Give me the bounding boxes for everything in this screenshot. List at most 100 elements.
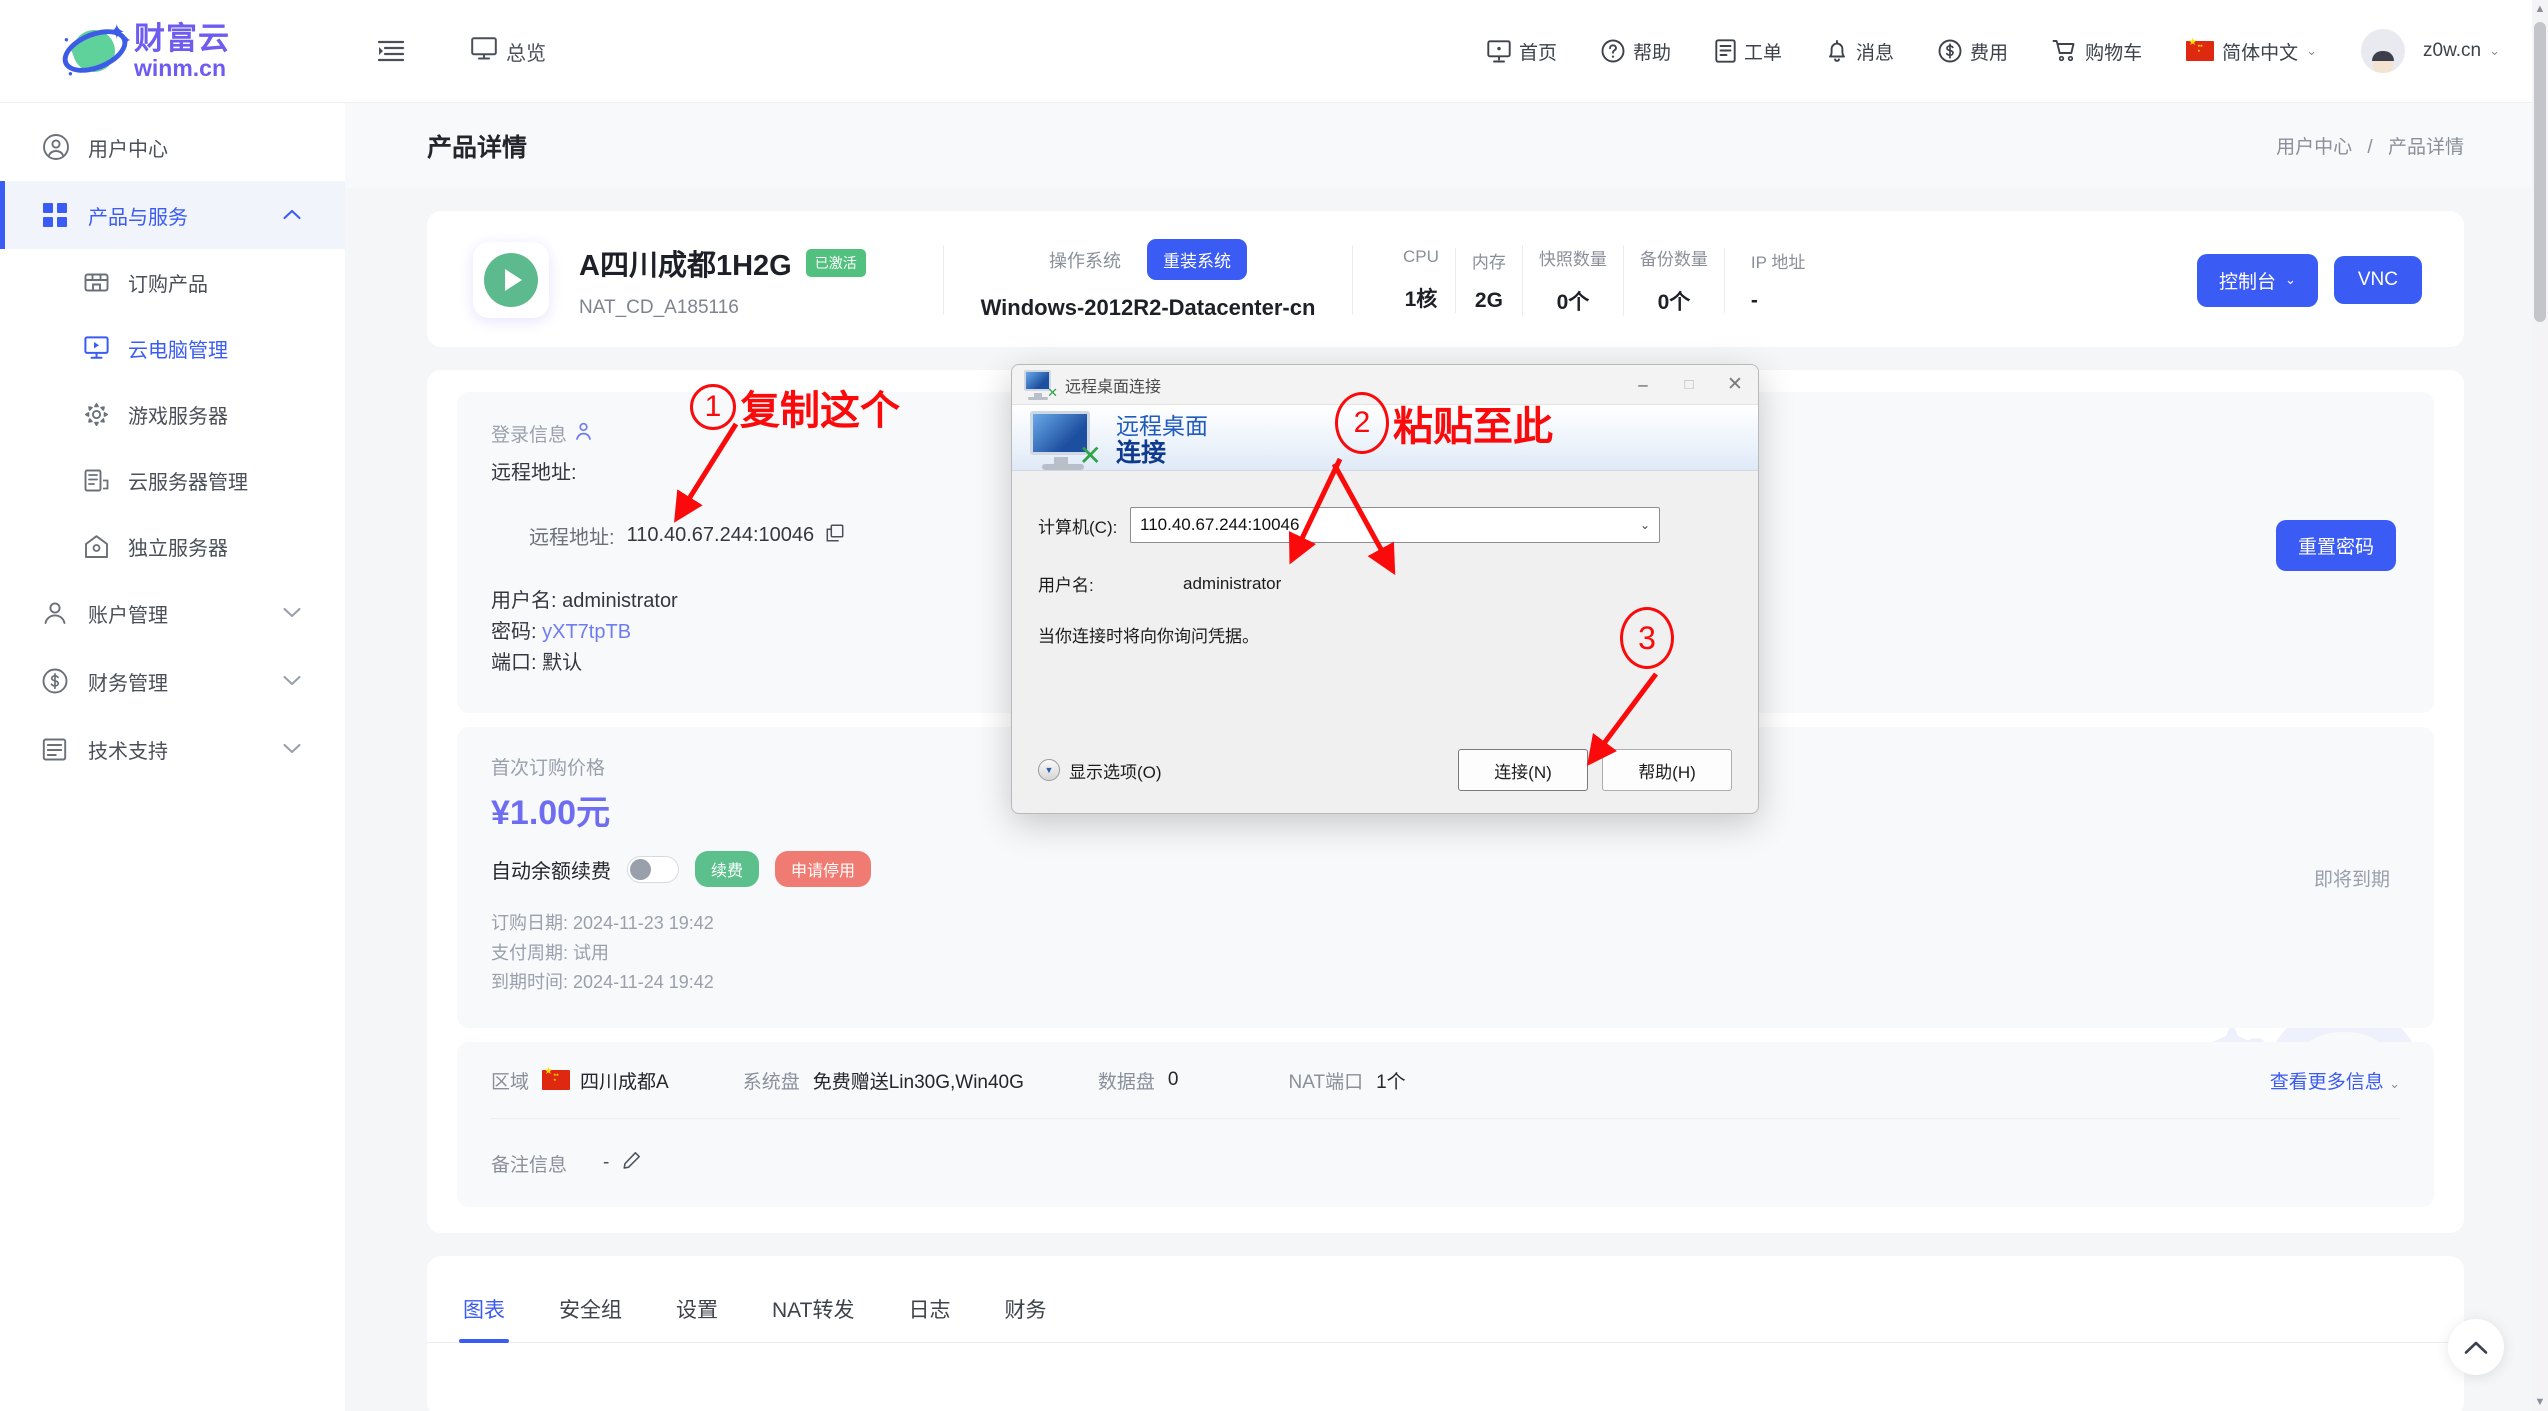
chevron-down-icon [283, 605, 301, 621]
topnav-item-help[interactable]: 帮助 [1579, 21, 1693, 81]
brand-logo-area[interactable]: ✦ ✦ ● ● 财富云 winm.cn [0, 0, 345, 103]
tab-finance[interactable]: 财务 [1000, 1284, 1050, 1342]
tab-logs[interactable]: 日志 [904, 1284, 954, 1342]
sidebar-item-game-server[interactable]: 游戏服务器 [0, 381, 345, 447]
password-value[interactable]: yXT7tpTB [542, 621, 631, 643]
rdp-username-row: 用户名: administrator [1038, 571, 1722, 596]
system-disk-label: 系统盘 [742, 1071, 800, 1093]
user-menu[interactable]: z0w.cn ⌄ [2339, 21, 2500, 81]
chevron-down-icon [283, 673, 301, 689]
note-value: - [603, 1152, 610, 1174]
order-date-label: 订购日期: [491, 913, 569, 933]
tab-charts[interactable]: 图表 [459, 1284, 509, 1344]
person-small-icon [575, 422, 592, 446]
sidebar-item-account-management[interactable]: 账户管理 [0, 579, 345, 647]
auto-renew-label: 自动余额续费 [491, 860, 611, 883]
monitor-play-icon [84, 336, 116, 360]
sidebar-item-dedicated-server[interactable]: 独立服务器 [0, 513, 345, 579]
rdp-window-title: 远程桌面连接 [1065, 378, 1162, 396]
reset-password-button[interactable]: 重置密码 [2275, 520, 2396, 571]
renew-button[interactable]: 续费 [695, 851, 760, 887]
breadcrumb-separator: / [2367, 137, 2373, 158]
topnav-item-message[interactable]: 消息 [1804, 21, 1916, 81]
scroll-to-top-button[interactable] [2448, 1319, 2504, 1375]
port-value: 默认 [542, 652, 583, 674]
rdp-show-options-toggle[interactable]: ▼ 显示选项(O) [1038, 758, 1162, 783]
rdp-username-value: administrator [1183, 573, 1282, 593]
topnav-item-ticket[interactable]: 工单 [1693, 21, 1804, 81]
nat-port-cell: NAT端口 1个 [1289, 1067, 1406, 1094]
minimize-icon[interactable]: – [1620, 365, 1666, 405]
tab-nat-forward[interactable]: NAT转发 [768, 1284, 858, 1342]
close-icon[interactable]: ✕ [1712, 365, 1758, 405]
chevron-down-icon [283, 741, 301, 757]
overview-button[interactable]: 总览 [471, 36, 546, 66]
sidebar-item-user-center[interactable]: 用户中心 [0, 113, 345, 181]
app-root: ✦ ✦ ● ● 财富云 winm.cn 总览 首页 帮助 工单 消息 费用 购物… [0, 0, 2548, 1411]
spec-label: 备份数量 [1639, 249, 1708, 269]
scrollbar-thumb[interactable] [2534, 22, 2546, 322]
sidebar-collapse-icon[interactable] [373, 33, 409, 69]
divider [943, 245, 944, 315]
language-selector[interactable]: 简体中文 ⌄ [2164, 21, 2339, 81]
server-doc-icon [84, 468, 116, 493]
tab-bar: 图表 安全组 设置 NAT转发 日志 财务 [427, 1284, 2464, 1344]
sidebar-item-order-product[interactable]: 订购产品 [0, 249, 345, 315]
nat-port-value: 1个 [1376, 1071, 1406, 1093]
sidebar-item-products-services[interactable]: 产品与服务 [0, 181, 345, 249]
auto-renew-toggle[interactable] [627, 855, 679, 883]
rdp-computer-input[interactable] [1140, 515, 1631, 535]
console-button[interactable]: 控制台 ⌄ [2196, 253, 2318, 307]
order-date-value: 2024-11-23 19:42 [573, 913, 714, 933]
product-status-play-button[interactable] [473, 242, 549, 318]
tab-settings[interactable]: 设置 [672, 1284, 722, 1342]
chevron-down-icon: ⌄ [2389, 1075, 2400, 1091]
person-icon [42, 600, 76, 626]
sidebar-item-cloud-server[interactable]: 云服务器管理 [0, 447, 345, 513]
tab-security-group[interactable]: 安全组 [555, 1284, 626, 1342]
rdp-help-button[interactable]: 帮助(H) [1602, 749, 1732, 791]
rdp-title-bar[interactable]: ✕ 远程桌面连接 – □ ✕ [1012, 365, 1758, 405]
copy-icon[interactable] [826, 524, 844, 548]
vnc-button[interactable]: VNC [2333, 256, 2422, 304]
remote-desktop-icon: ✕ [1022, 369, 1058, 400]
sidebar-label-user-center: 用户中心 [88, 138, 168, 161]
resource-info-panel: 区域 四川成都A 系统盘 免费赠送Lin30G,Win40G 数据盘 0 NAT… [457, 1042, 2434, 1208]
scrollbar-down-arrow[interactable]: ▼ [2532, 1393, 2548, 1411]
chevron-down-circle-icon: ▼ [1038, 759, 1060, 781]
chevron-down-icon[interactable]: ⌄ [1631, 518, 1659, 532]
product-identity: A四川成都1H2G 已激活 NAT_CD_A185116 [579, 242, 909, 319]
data-disk-value: 0 [1167, 1069, 1179, 1091]
topnav-label-message: 消息 [1856, 42, 1895, 64]
home-icon [1487, 39, 1511, 63]
rdp-connect-button[interactable]: 连接(N) [1458, 749, 1588, 791]
pencil-icon[interactable] [623, 1151, 641, 1175]
resource-info-row: 区域 四川成都A 系统盘 免费赠送Lin30G,Win40G 数据盘 0 NAT… [491, 1042, 2400, 1118]
flag-cn-icon [542, 1067, 571, 1091]
scrollbar-up-arrow[interactable]: ▲ [2532, 0, 2548, 18]
breadcrumb-parent[interactable]: 用户中心 [2276, 137, 2352, 158]
topnav-label-ticket: 工单 [1744, 42, 1783, 64]
chevron-down-icon: ⌄ [2489, 43, 2500, 58]
sidebar-item-tech-support[interactable]: 技术支持 [0, 715, 345, 783]
page-header: 产品详情 用户中心 / 产品详情 [345, 103, 2548, 188]
view-more-label: 查看更多信息 [2269, 1071, 2384, 1093]
sidebar-item-cloud-pc[interactable]: 云电脑管理 [0, 315, 345, 381]
view-more-info-link[interactable]: 查看更多信息 ⌄ [2270, 1067, 2400, 1094]
topnav-item-cart[interactable]: 购物车 [2030, 21, 2164, 81]
suspend-request-button[interactable]: 申请停用 [775, 851, 872, 887]
region-value: 四川成都A [580, 1071, 669, 1093]
sidebar-label-cloud-pc: 云电脑管理 [128, 339, 228, 362]
rdp-computer-combobox[interactable]: ⌄ [1130, 507, 1660, 543]
sidebar-item-finance-management[interactable]: 财务管理 [0, 647, 345, 715]
expire-time-row: 到期时间: 2024-11-24 19:42 [491, 968, 2400, 998]
os-block: 操作系统 重装系统 Windows-2012R2-Datacenter-cn [978, 239, 1318, 321]
page-scrollbar[interactable]: ▲ ▼ [2532, 0, 2548, 1411]
nat-port-label: NAT端口 [1288, 1071, 1364, 1093]
reinstall-system-button[interactable]: 重装系统 [1147, 239, 1247, 280]
topnav-item-fee[interactable]: 费用 [1916, 21, 2030, 81]
password-label: 密码: [491, 621, 537, 643]
port-label: 端口: [491, 652, 537, 674]
maximize-icon[interactable]: □ [1666, 365, 1712, 405]
topnav-item-home[interactable]: 首页 [1465, 21, 1579, 81]
